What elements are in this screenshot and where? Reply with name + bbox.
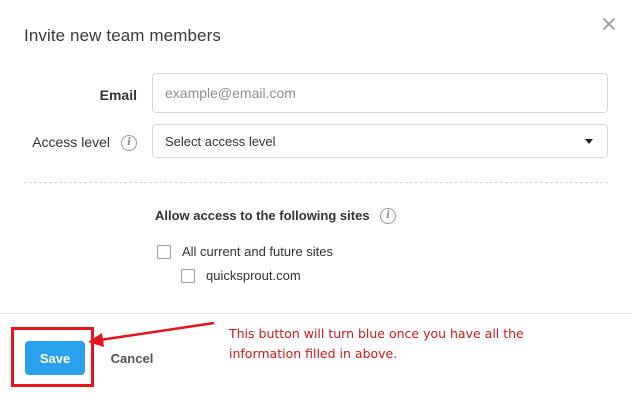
all-sites-label[interactable]: All current and future sites	[182, 244, 333, 259]
site-label-quicksprout[interactable]: quicksprout.com	[206, 268, 301, 283]
access-level-selected: Select access level	[165, 134, 276, 149]
invite-dialog: Invite new team members Email Access lev…	[0, 0, 632, 400]
annotation-highlight-box	[11, 327, 94, 387]
cancel-button[interactable]: Cancel	[104, 341, 160, 375]
footer-divider	[0, 313, 632, 314]
caret-down-icon	[585, 139, 593, 144]
info-icon[interactable]: i	[121, 135, 137, 151]
dialog-title: Invite new team members	[24, 26, 221, 45]
section-divider	[24, 182, 608, 183]
annotation-text: This button will turn blue once you have…	[229, 326, 524, 361]
access-level-label: Access level	[32, 134, 110, 150]
all-sites-checkbox[interactable]	[157, 245, 171, 259]
email-label: Email	[99, 87, 137, 103]
sites-heading: Allow access to the following sites	[155, 208, 370, 223]
close-icon[interactable]	[598, 13, 620, 35]
site-checkbox-quicksprout[interactable]	[181, 269, 195, 283]
access-level-select[interactable]: Select access level	[152, 124, 608, 158]
info-icon[interactable]: i	[380, 208, 396, 224]
email-input[interactable]	[152, 73, 608, 113]
